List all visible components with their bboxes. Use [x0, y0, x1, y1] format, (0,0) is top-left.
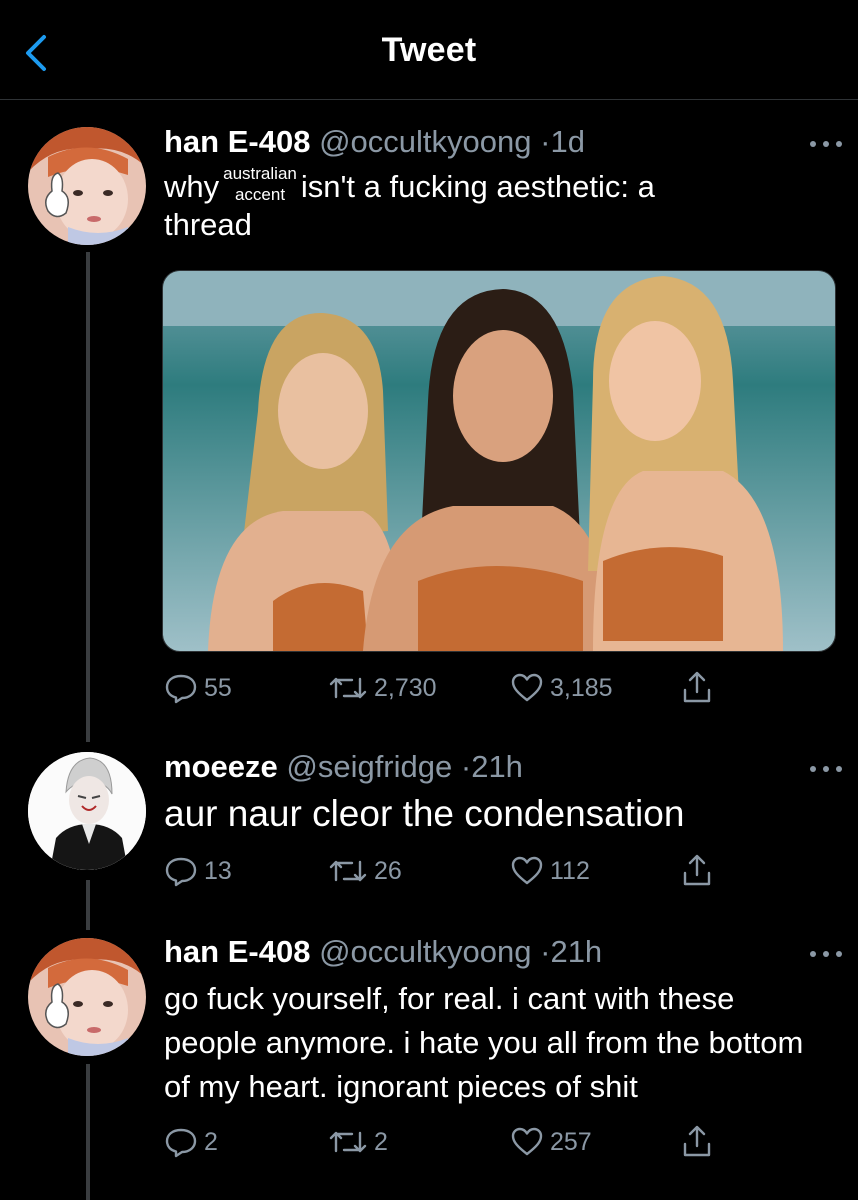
- tweet-text-part: isn't a fucking aesthetic: a: [300, 169, 655, 204]
- timestamp[interactable]: 1d: [550, 124, 584, 159]
- like-count: 3,185: [550, 673, 613, 702]
- avatar[interactable]: [28, 752, 146, 870]
- retweet-icon: [329, 860, 367, 882]
- retweet-icon: [329, 1131, 367, 1153]
- retweet-count: 2,730: [374, 673, 437, 702]
- like-button[interactable]: 3,185: [510, 668, 613, 708]
- like-button[interactable]: 257: [510, 1122, 592, 1162]
- retweet-icon: [329, 677, 367, 699]
- top-bar: Tweet: [0, 0, 858, 100]
- avatar[interactable]: [28, 938, 146, 1056]
- more-options-button[interactable]: [810, 949, 844, 959]
- tweet[interactable]: han E-408 @occultkyoong ·21h go fuck you…: [164, 933, 838, 1109]
- like-count: 257: [550, 1127, 592, 1156]
- tweet-actions: 55 2,730 3,185: [164, 668, 724, 708]
- tweet-actions: 2 2 257: [164, 1122, 724, 1162]
- reply-count: 13: [204, 856, 232, 885]
- tweet-actions: 13 26 112: [164, 851, 724, 891]
- media-photo: [163, 271, 835, 651]
- retweet-button[interactable]: 2: [328, 1122, 388, 1162]
- overlay-line: accent: [234, 185, 286, 204]
- retweet-button[interactable]: 2,730: [328, 668, 437, 708]
- heart-icon: [511, 673, 543, 702]
- tweet[interactable]: han E-408 @occultkyoong ·1d why australia…: [164, 123, 838, 247]
- reply-count: 55: [204, 673, 232, 702]
- display-name[interactable]: han E-408: [164, 124, 310, 159]
- tweet-header: moeeze @seigfridge ·21h: [164, 748, 838, 786]
- retweet-count: 2: [374, 1127, 388, 1156]
- thread-line: [86, 252, 90, 742]
- overlay-line: australian: [223, 164, 297, 183]
- separator-dot: ·: [460, 749, 472, 784]
- heart-icon: [511, 1127, 543, 1156]
- share-icon: [683, 1125, 711, 1157]
- separator-dot: ·: [540, 124, 551, 159]
- user-handle[interactable]: @seigfridge: [286, 749, 452, 784]
- tweet-media[interactable]: [162, 270, 836, 652]
- reply-count: 2: [204, 1127, 218, 1156]
- tweet[interactable]: moeeze @seigfridge ·21h aur naur cleor t…: [164, 748, 838, 838]
- user-handle[interactable]: @occultkyoong: [319, 934, 531, 969]
- display-name[interactable]: moeeze: [164, 749, 278, 784]
- reply-icon: [165, 1128, 197, 1158]
- tweet-text-part: why: [164, 169, 220, 204]
- text-overlay: australian accent: [223, 163, 297, 205]
- tweet-text: why australian accent isn't a fucking aesth…: [164, 163, 838, 247]
- share-button[interactable]: [680, 668, 720, 708]
- page-title: Tweet: [381, 31, 477, 69]
- reply-icon: [165, 857, 197, 887]
- like-count: 112: [550, 856, 590, 885]
- share-button[interactable]: [680, 851, 720, 891]
- more-options-button[interactable]: [810, 764, 844, 774]
- separator-dot: ·: [540, 934, 551, 969]
- share-icon: [683, 671, 711, 703]
- tweet-header: han E-408 @occultkyoong ·21h: [164, 933, 838, 971]
- timestamp[interactable]: 21h: [471, 749, 523, 784]
- retweet-count: 26: [374, 856, 402, 885]
- timestamp[interactable]: 21h: [550, 934, 602, 969]
- thread-line: [86, 880, 90, 930]
- tweet-text: aur naur cleor the condensation: [164, 793, 685, 834]
- more-options-button[interactable]: [810, 139, 844, 149]
- tweet-text-part: thread: [164, 207, 252, 242]
- share-button[interactable]: [680, 1122, 720, 1162]
- like-button[interactable]: 112: [510, 851, 590, 891]
- reply-icon: [165, 674, 197, 704]
- avatar[interactable]: [28, 127, 146, 245]
- reply-button[interactable]: 55: [164, 668, 232, 708]
- user-handle[interactable]: @occultkyoong: [319, 124, 531, 159]
- thread-line: [86, 1064, 90, 1200]
- retweet-button[interactable]: 26: [328, 851, 402, 891]
- reply-button[interactable]: 2: [164, 1122, 218, 1162]
- reply-button[interactable]: 13: [164, 851, 232, 891]
- display-name[interactable]: han E-408: [164, 934, 310, 969]
- tweet-text: go fuck yourself, for real. i cant with …: [164, 981, 804, 1104]
- heart-icon: [511, 856, 543, 885]
- share-icon: [683, 854, 711, 886]
- tweet-header: han E-408 @occultkyoong ·1d: [164, 123, 838, 161]
